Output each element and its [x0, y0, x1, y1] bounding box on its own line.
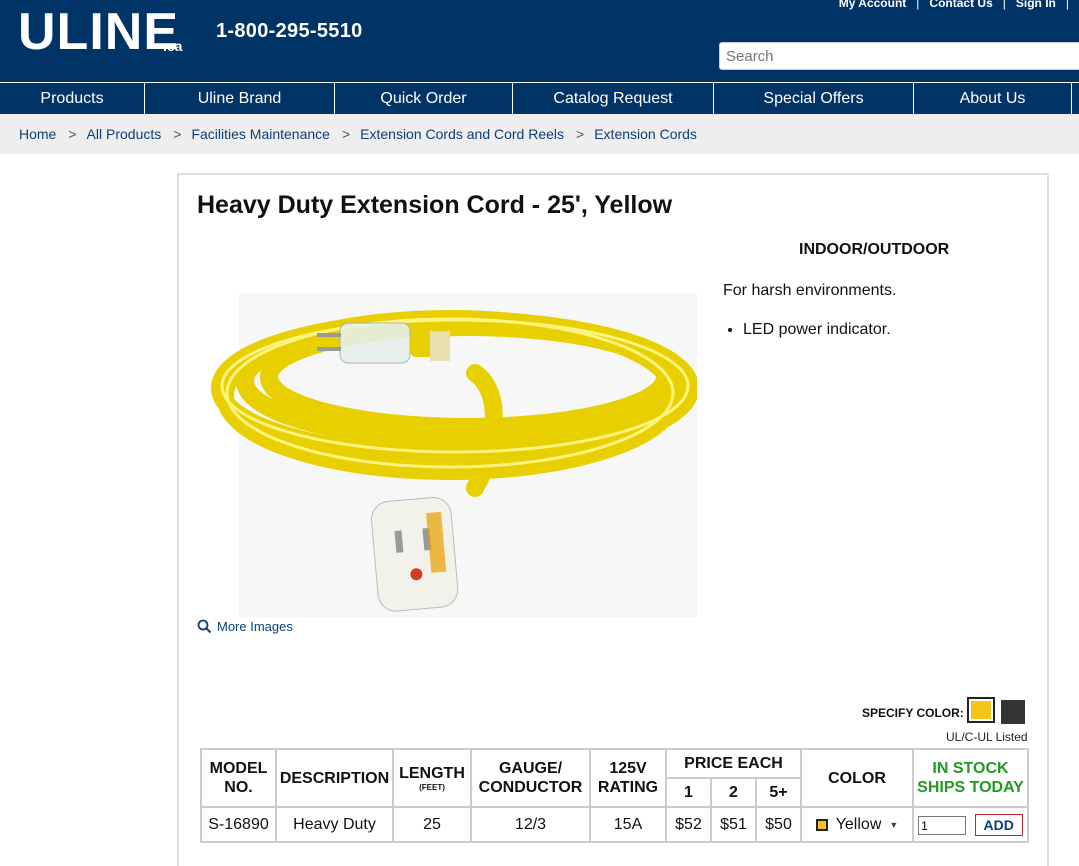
feature-item: LED power indicator. [743, 321, 891, 339]
product-panel: Heavy Duty Extension Cord - 25', Yellow [177, 173, 1049, 866]
feature-list: LED power indicator. [743, 321, 891, 339]
product-image[interactable] [205, 273, 697, 617]
color-select-value: Yellow [835, 815, 882, 833]
breadcrumb: Home > All Products > Facilities Mainten… [0, 114, 1079, 154]
cell-price-2: $51 [710, 806, 757, 843]
cell-order: ADD [912, 806, 1029, 843]
cell-price-5plus: $50 [755, 806, 802, 843]
breadcrumb-facilities-maintenance[interactable]: Facilities Maintenance [191, 126, 330, 142]
price-tier-2: 2 [710, 777, 757, 808]
more-images-link[interactable]: More Images [197, 619, 293, 634]
breadcrumb-home[interactable]: Home [19, 126, 56, 142]
sign-in-link[interactable]: Sign In [1016, 0, 1056, 10]
col-length-label: LENGTH [399, 764, 465, 782]
specify-color-label: SPECIFY COLOR: [862, 706, 964, 720]
col-rating: 125V RATING [589, 748, 667, 808]
col-price-each: PRICE EACH [665, 748, 802, 779]
cell-length: 25 [392, 806, 472, 843]
breadcrumb-separator: > [576, 126, 585, 142]
breadcrumb-all-products[interactable]: All Products [87, 126, 162, 142]
cell-model[interactable]: S-16890 [200, 806, 277, 843]
top-links: My Account | Contact Us | Sign In | [839, 0, 1069, 10]
breadcrumb-separator: > [341, 126, 351, 142]
site-header: ULINE .ca 1-800-295-5510 My Account | Co… [0, 0, 1079, 82]
divider: | [1002, 0, 1006, 10]
col-length-unit: (FEET) [419, 782, 445, 792]
divider: | [916, 0, 920, 10]
nav-special-offers[interactable]: Special Offers [714, 83, 914, 114]
color-swatch-yellow[interactable] [967, 697, 995, 723]
breadcrumb-extension-cords[interactable]: Extension Cords [594, 126, 697, 142]
breadcrumb-separator: > [68, 126, 77, 142]
product-title: Heavy Duty Extension Cord - 25', Yellow [197, 191, 673, 219]
nav-catalog-request[interactable]: Catalog Request [513, 83, 714, 114]
color-select[interactable]: Yellow ▼ [800, 806, 914, 843]
cell-rating: 15A [589, 806, 667, 843]
ul-listed-label: UL/C-UL Listed [946, 730, 1028, 744]
uline-logo[interactable]: ULINE [18, 6, 179, 58]
nav-products[interactable]: Products [0, 83, 145, 114]
col-color: COLOR [800, 748, 914, 808]
cell-description: Heavy Duty [275, 806, 394, 843]
col-gauge: GAUGE/CONDUCTOR [470, 748, 591, 808]
quantity-input[interactable] [918, 816, 967, 835]
price-tier-1: 1 [665, 777, 712, 808]
contact-us-link[interactable]: Contact Us [929, 0, 992, 10]
phone-number: 1-800-295-5510 [216, 20, 363, 42]
product-description: For harsh environments. [723, 282, 897, 299]
col-description: DESCRIPTION [275, 748, 394, 808]
nav-uline-brand[interactable]: Uline Brand [145, 83, 335, 114]
chevron-down-icon: ▼ [889, 819, 899, 830]
breadcrumb-extension-cords-reels[interactable]: Extension Cords and Cord Reels [360, 126, 564, 142]
search-input[interactable] [719, 42, 1079, 70]
spec-table: MODEL NO. DESCRIPTION LENGTH (FEET) GAUGE… [200, 748, 1029, 843]
add-to-cart-button[interactable]: ADD [974, 813, 1023, 836]
col-stock: IN STOCK SHIPS TODAY [912, 748, 1029, 808]
more-images-label: More Images [217, 619, 293, 634]
breadcrumb-separator: > [173, 126, 182, 142]
magnifier-icon [197, 619, 212, 634]
cell-price-1: $52 [665, 806, 712, 843]
col-model: MODEL NO. [200, 748, 277, 808]
my-account-link[interactable]: My Account [839, 0, 907, 10]
nav-quick-order[interactable]: Quick Order [335, 83, 513, 114]
nav-about-us[interactable]: About Us [914, 83, 1072, 114]
price-tier-5plus: 5+ [755, 777, 802, 808]
table-row: S-16890 Heavy Duty 25 12/3 15A $52 $51 $… [200, 806, 1029, 843]
cell-gauge: 12/3 [470, 806, 591, 843]
product-subtitle: INDOOR/OUTDOOR [799, 241, 950, 258]
col-length: LENGTH (FEET) [392, 748, 472, 808]
color-swatch-black[interactable] [1001, 700, 1025, 724]
color-chip [815, 818, 828, 831]
main-nav: Products Uline Brand Quick Order Catalog… [0, 82, 1079, 114]
divider: | [1065, 0, 1069, 10]
logo-country-suffix: .ca [163, 38, 183, 54]
